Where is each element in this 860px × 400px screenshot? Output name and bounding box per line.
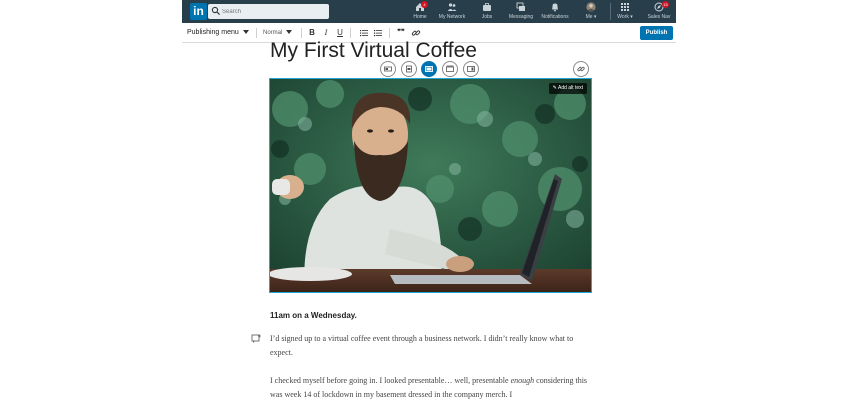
italic-button[interactable]: I [321, 28, 331, 38]
nav-home[interactable]: 4 Home [407, 1, 433, 22]
article-paragraph[interactable]: I checked myself before going in. I look… [270, 374, 592, 400]
network-icon [447, 3, 457, 11]
publish-button[interactable]: Publish [640, 26, 673, 40]
wide-layout-icon [425, 66, 433, 72]
linkedin-logo[interactable]: in [190, 3, 207, 20]
search-input[interactable] [222, 4, 326, 19]
inline-layout-icon [384, 66, 392, 72]
pencil-icon: ✎ [552, 85, 557, 91]
image-link-button[interactable] [573, 61, 589, 77]
publishing-menu[interactable]: Publishing menu [187, 23, 249, 43]
toolbar-divider [350, 28, 351, 38]
nav-notifications[interactable]: Notifications [539, 2, 571, 22]
paragraph-text: I checked myself before going in. I look… [270, 376, 511, 385]
nav-messaging-label: Messaging [508, 14, 534, 20]
search-box[interactable] [208, 4, 329, 19]
image-layout-inline-button[interactable] [380, 61, 396, 77]
link-icon [577, 66, 585, 72]
chevron-down-icon: ▾ [630, 14, 633, 20]
bell-icon [552, 3, 558, 12]
link-icon[interactable] [411, 28, 421, 38]
me-label-text: Me [585, 14, 593, 20]
nav-divider [610, 3, 611, 20]
image-layout-full-button[interactable] [442, 61, 458, 77]
top-navigation-bar: in 4 Home My Network Jobs Messaging [182, 0, 676, 23]
nav-me-label: Me ▾ [580, 14, 602, 20]
nav-sales-nav-label: Sales Nav [647, 14, 671, 20]
photo-bearded-man-laptop [270, 79, 591, 292]
bulleted-list-icon[interactable] [373, 28, 383, 38]
nav-work-label: Work ▾ [614, 14, 636, 20]
image-layout-wide-button[interactable] [421, 61, 437, 77]
nav-work[interactable]: Work ▾ [614, 2, 636, 22]
nav-sales-nav[interactable]: 15 Sales Nav [646, 1, 672, 22]
briefcase-icon [483, 3, 491, 11]
paragraph-emphasis: enough [510, 376, 535, 385]
nav-home-label: Home [413, 14, 427, 20]
nav-jobs-label: Jobs [481, 14, 493, 20]
nav-messaging[interactable]: Messaging [507, 2, 535, 22]
side-layout-icon [467, 66, 475, 72]
home-notification-badge: 4 [421, 1, 428, 8]
toolbar-divider [389, 28, 390, 38]
nav-jobs[interactable]: Jobs [477, 2, 497, 22]
avatar [586, 2, 596, 12]
article-image[interactable]: ✎ Add alt text [269, 78, 592, 293]
nav-my-network[interactable]: My Network [436, 2, 468, 22]
work-label-text: Work [617, 14, 629, 20]
image-layout-side-button[interactable] [463, 61, 479, 77]
messaging-icon [516, 2, 525, 11]
add-alt-text-label: Add alt text [557, 85, 583, 91]
add-comment-icon[interactable] [251, 334, 261, 344]
article-paragraph[interactable]: I’d signed up to a virtual coffee event … [270, 332, 592, 360]
add-alt-text-button[interactable]: ✎ Add alt text [548, 83, 587, 94]
grid-icon [621, 3, 629, 11]
nav-my-network-label: My Network [438, 14, 466, 20]
toolbar-divider [256, 28, 257, 38]
underline-button[interactable]: U [335, 28, 345, 38]
search-icon [211, 6, 221, 16]
article-title[interactable]: My First Virtual Coffee [270, 39, 477, 63]
article-subheading[interactable]: 11am on a Wednesday. [270, 311, 357, 320]
full-width-layout-icon [446, 65, 454, 72]
numbered-list-icon[interactable] [359, 28, 369, 38]
sales-nav-badge: 15 [662, 1, 669, 8]
center-layout-icon [406, 65, 412, 73]
image-layout-center-button[interactable] [401, 61, 417, 77]
bold-button[interactable]: B [307, 28, 317, 38]
nav-notifications-label: Notifications [541, 14, 569, 20]
nav-me[interactable]: Me ▾ [580, 2, 602, 22]
toolbar-divider [301, 28, 302, 38]
quote-button[interactable]: ❞❞ [396, 28, 406, 38]
chevron-down-icon: ▾ [593, 14, 597, 20]
page: in 4 Home My Network Jobs Messaging [0, 0, 860, 400]
